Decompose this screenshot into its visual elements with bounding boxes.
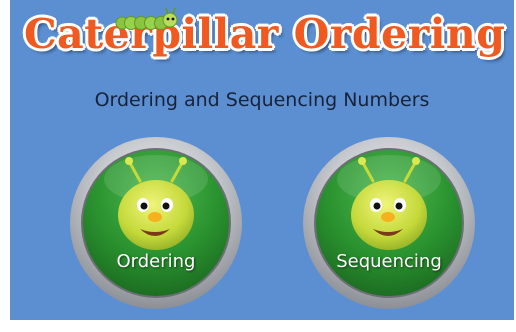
ordering-button[interactable]: Ordering (68, 135, 244, 311)
caterpillar-icon (115, 7, 178, 30)
game-title: Caterpillar Ordering (24, 10, 506, 58)
caterpillar-face-icon (70, 137, 242, 309)
subtitle: Ordering and Sequencing Numbers (94, 89, 430, 111)
sequencing-button-label: Sequencing (336, 251, 442, 272)
sequencing-button[interactable]: Sequencing (301, 135, 477, 311)
ordering-button-label: Ordering (116, 251, 196, 272)
caterpillar-face-icon (303, 137, 475, 309)
